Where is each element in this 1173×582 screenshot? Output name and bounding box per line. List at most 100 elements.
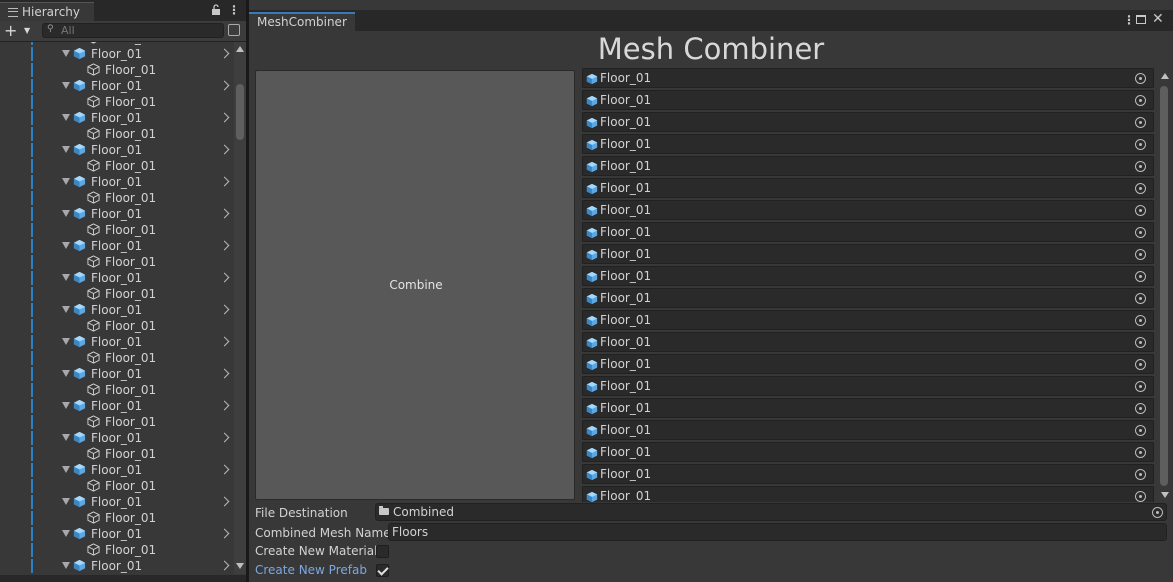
object-field[interactable]: Floor_01	[582, 442, 1154, 462]
hierarchy-item-child[interactable]: Floor_01	[0, 446, 234, 462]
object-field[interactable]: Floor_01	[582, 310, 1154, 330]
object-picker-icon[interactable]	[1135, 293, 1146, 304]
expand-arrow-icon[interactable]	[62, 466, 70, 473]
hierarchy-search-input[interactable]	[61, 24, 211, 37]
expand-arrow-icon[interactable]	[62, 178, 70, 185]
expand-arrow-icon[interactable]	[62, 402, 70, 409]
chevron-right-icon[interactable]	[219, 432, 230, 443]
more-options-icon[interactable]: ⋮	[228, 3, 240, 17]
hierarchy-item-parent[interactable]: Floor_01	[0, 270, 234, 286]
scroll-down-icon[interactable]	[1161, 492, 1169, 498]
object-field[interactable]: Floor_01	[582, 68, 1154, 88]
object-picker-icon[interactable]	[1135, 359, 1146, 370]
hierarchy-item-parent[interactable]: Floor_01	[0, 142, 234, 158]
hierarchy-item-child[interactable]: Floor_01	[0, 286, 234, 302]
hierarchy-item-child[interactable]: Floor_01	[0, 542, 234, 558]
lock-icon[interactable]	[211, 4, 221, 16]
hierarchy-item-parent[interactable]: Floor_01	[0, 238, 234, 254]
object-picker-icon[interactable]	[1135, 337, 1146, 348]
hierarchy-item-child[interactable]: Floor_01	[0, 510, 234, 526]
chevron-right-icon[interactable]	[219, 368, 230, 379]
object-picker-icon[interactable]	[1135, 271, 1146, 282]
chevron-right-icon[interactable]	[219, 272, 230, 283]
object-field[interactable]: Floor_01	[582, 178, 1154, 198]
object-picker-icon[interactable]	[1135, 469, 1146, 480]
chevron-right-icon[interactable]	[219, 80, 230, 91]
object-picker-icon[interactable]	[1135, 205, 1146, 216]
object-field[interactable]: Floor_01	[582, 354, 1154, 374]
object-picker-icon[interactable]	[1135, 447, 1146, 458]
tab-mesh-combiner[interactable]: MeshCombiner	[249, 12, 355, 31]
hierarchy-item-parent[interactable]: Floor_01	[0, 494, 234, 510]
object-picker-icon[interactable]	[1135, 491, 1146, 502]
scroll-thumb[interactable]	[236, 84, 244, 140]
object-field[interactable]: Floor_01	[582, 134, 1154, 154]
scene-visibility-icon[interactable]	[228, 24, 240, 36]
scroll-thumb[interactable]	[1160, 86, 1168, 486]
expand-arrow-icon[interactable]	[62, 146, 70, 153]
hierarchy-item-child[interactable]: Floor_01	[0, 222, 234, 238]
object-field[interactable]: Floor_01	[582, 464, 1154, 484]
chevron-right-icon[interactable]	[219, 208, 230, 219]
hierarchy-tab[interactable]: Hierarchy	[0, 2, 94, 21]
expand-arrow-icon[interactable]	[62, 306, 70, 313]
close-icon[interactable]: ✕	[1152, 11, 1164, 27]
hierarchy-item-parent[interactable]: Floor_01	[0, 558, 234, 574]
hierarchy-item-parent[interactable]: Floor_01	[0, 366, 234, 382]
create-prefab-checkbox[interactable]	[376, 564, 389, 577]
expand-arrow-icon[interactable]	[62, 562, 70, 569]
chevron-right-icon[interactable]	[219, 560, 230, 571]
object-picker-icon[interactable]	[1135, 73, 1146, 84]
object-field[interactable]: Floor_01	[582, 398, 1154, 418]
chevron-right-icon[interactable]	[219, 528, 230, 539]
object-picker-icon[interactable]	[1152, 507, 1163, 518]
object-picker-icon[interactable]	[1135, 381, 1146, 392]
chevron-right-icon[interactable]	[219, 304, 230, 315]
object-field[interactable]: Floor_01	[582, 112, 1154, 132]
object-picker-icon[interactable]	[1135, 117, 1146, 128]
hierarchy-item-parent[interactable]: Floor_01	[0, 334, 234, 350]
object-field[interactable]: Floor_01	[582, 376, 1154, 396]
expand-arrow-icon[interactable]	[62, 498, 70, 505]
hierarchy-item-child[interactable]: Floor_01	[0, 62, 234, 78]
expand-arrow-icon[interactable]	[62, 370, 70, 377]
list-scrollbar[interactable]	[1159, 68, 1171, 502]
object-field[interactable]: Floor_01	[582, 90, 1154, 110]
object-picker-icon[interactable]	[1135, 183, 1146, 194]
chevron-right-icon[interactable]	[219, 112, 230, 123]
hierarchy-item-child[interactable]: Floor_01	[0, 318, 234, 334]
maximize-icon[interactable]	[1136, 15, 1146, 24]
hierarchy-item-child[interactable]: Floor_01	[0, 382, 234, 398]
add-dropdown-button[interactable]: + ▼	[4, 22, 34, 40]
object-picker-icon[interactable]	[1135, 227, 1146, 238]
hierarchy-item-child[interactable]: Floor_01	[0, 126, 234, 142]
object-field[interactable]: Floor_01	[582, 156, 1154, 176]
hierarchy-item-parent[interactable]: Floor_01	[0, 78, 234, 94]
object-picker-icon[interactable]	[1135, 403, 1146, 414]
hierarchy-item-child[interactable]: Floor_01	[0, 414, 234, 430]
expand-arrow-icon[interactable]	[62, 338, 70, 345]
chevron-right-icon[interactable]	[219, 496, 230, 507]
combine-button[interactable]: Combine	[255, 70, 575, 500]
chevron-right-icon[interactable]	[219, 48, 230, 59]
object-field[interactable]: Floor_01	[582, 266, 1154, 286]
hierarchy-item-child[interactable]: Floor_01	[0, 94, 234, 110]
chevron-right-icon[interactable]	[219, 240, 230, 251]
object-field[interactable]: Floor_01	[582, 244, 1154, 264]
hierarchy-item-child[interactable]: Floor_01	[0, 350, 234, 366]
object-picker-icon[interactable]	[1135, 249, 1146, 260]
scroll-up-icon[interactable]	[236, 46, 244, 52]
more-options-icon[interactable]: ⋮	[1123, 13, 1135, 27]
hierarchy-item-parent[interactable]: Floor_01	[0, 302, 234, 318]
hierarchy-item-parent[interactable]: Floor_01	[0, 110, 234, 126]
hierarchy-scrollbar[interactable]	[234, 42, 246, 574]
object-field[interactable]: Floor_01	[582, 222, 1154, 242]
chevron-right-icon[interactable]	[219, 336, 230, 347]
object-field[interactable]: Floor_01	[582, 420, 1154, 440]
hierarchy-item-child[interactable]: Floor_01	[0, 190, 234, 206]
mesh-name-input[interactable]	[392, 524, 1152, 540]
object-picker-icon[interactable]	[1135, 315, 1146, 326]
object-picker-icon[interactable]	[1135, 139, 1146, 150]
chevron-right-icon[interactable]	[219, 400, 230, 411]
hierarchy-item-child[interactable]: Floor_01	[0, 158, 234, 174]
